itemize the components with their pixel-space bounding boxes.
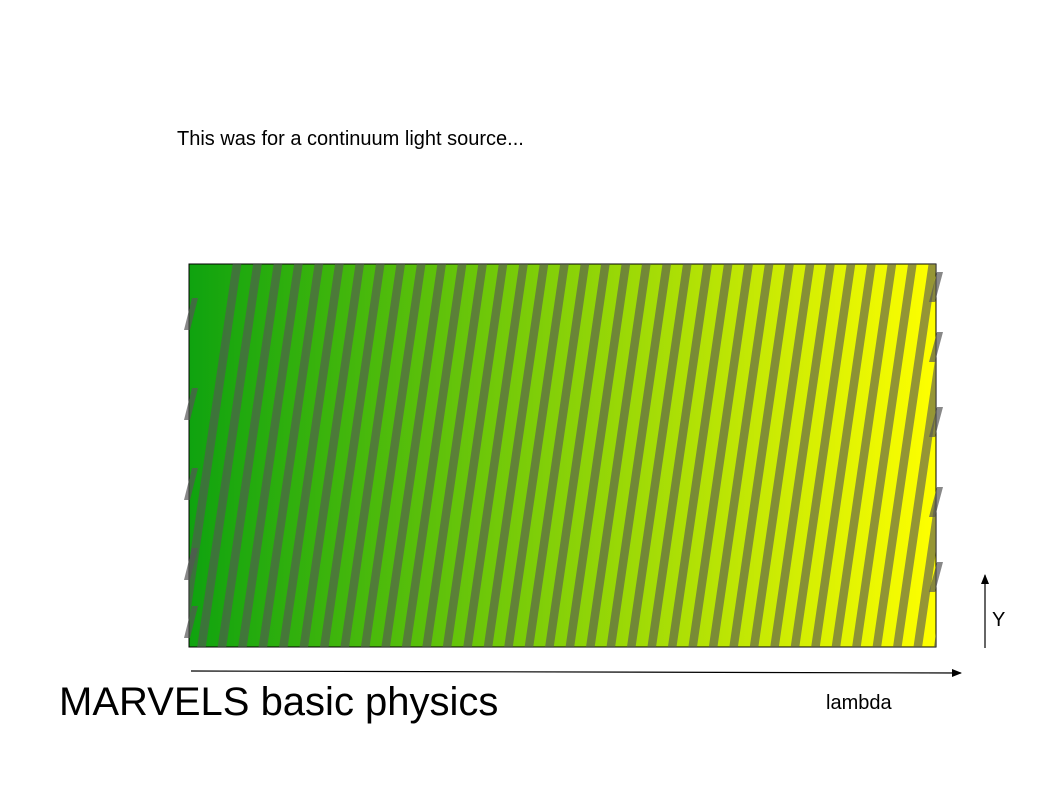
y-axis-label: Y: [992, 609, 1006, 631]
lambda-axis-arrow: [190, 668, 962, 677]
fringe-band: [933, 633, 936, 647]
fringe-band: [954, 264, 1019, 647]
diagram: [184, 263, 1019, 677]
note-text: This was for a continuum light source...: [177, 128, 524, 150]
slide-title: MARVELS basic physics: [59, 680, 499, 724]
x-axis-label: lambda: [826, 692, 892, 714]
